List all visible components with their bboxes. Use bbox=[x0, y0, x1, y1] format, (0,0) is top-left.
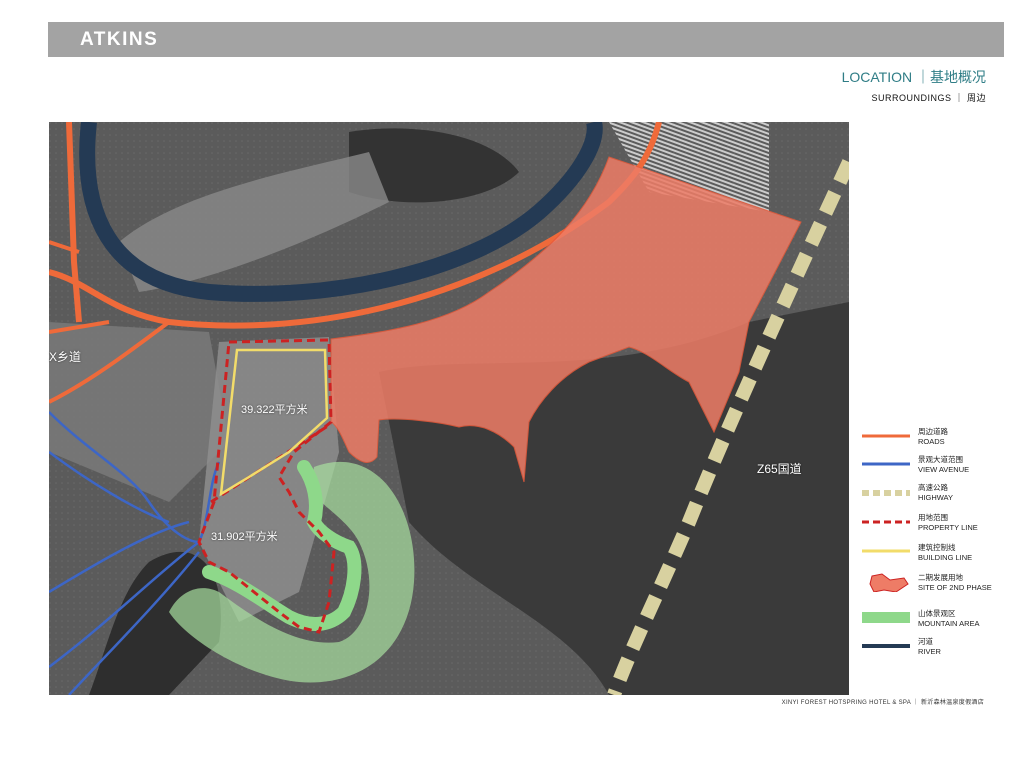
legend-label-en: HIGHWAY bbox=[918, 493, 953, 502]
legend-label-en: VIEW AVENUE bbox=[918, 465, 970, 474]
blue-line-icon bbox=[862, 462, 910, 466]
legend-label-cn: 景观大道范围 bbox=[918, 455, 963, 464]
legend-label-en: SITE OF 2ND PHASE bbox=[918, 583, 992, 592]
legend-label-en: MOUNTAIN AREA bbox=[918, 619, 980, 628]
atkins-logo: ATKINS bbox=[80, 29, 159, 50]
legend-label-cn: 高速公路 bbox=[918, 483, 948, 492]
label-village-road: X乡道 bbox=[49, 350, 82, 364]
label-area-1: 39.322平方米 bbox=[241, 404, 308, 416]
footer-caption: XINYI FOREST HOTSPRING HOTEL & SPA ｜ 新沂森… bbox=[781, 700, 984, 706]
site-map: X乡道 39.322平方米 31.902平方米 Z65国道 bbox=[48, 120, 856, 698]
navy-line-icon bbox=[862, 644, 910, 648]
legend-label-cn: 二期发展用地 bbox=[918, 573, 963, 582]
map-image bbox=[48, 120, 856, 698]
yellow-line-icon bbox=[862, 549, 910, 553]
legend-label-en: BUILDING LINE bbox=[918, 553, 973, 562]
legend-item-property-line: 用地范围 PROPERTY LINE bbox=[858, 512, 1008, 542]
legend-item-mountain-area: 山体景观区 MOUNTAIN AREA bbox=[858, 608, 1008, 638]
header-bar: ATKINS bbox=[48, 22, 1004, 57]
label-national-road: Z65国道 bbox=[757, 462, 802, 476]
legend-item-roads: 周边道路 ROADS bbox=[858, 426, 1008, 456]
legend-label-cn: 河道 bbox=[918, 637, 933, 646]
orange-line-icon bbox=[862, 434, 910, 438]
legend-label-en: RIVER bbox=[918, 647, 941, 656]
green-bar-icon bbox=[862, 612, 910, 623]
legend-item-building-line: 建筑控制线 BUILDING LINE bbox=[858, 542, 1008, 572]
label-area-2: 31.902平方米 bbox=[211, 531, 278, 543]
legend-item-river: 河道 RIVER bbox=[858, 636, 1008, 666]
legend-item-second-phase: 二期发展用地 SITE OF 2ND PHASE bbox=[858, 572, 1008, 602]
legend-label-en: ROADS bbox=[918, 437, 945, 446]
legend-label-cn: 山体景观区 bbox=[918, 609, 956, 618]
legend-item-highway: 高速公路 HIGHWAY bbox=[858, 482, 1008, 512]
dashed-red-line-icon bbox=[862, 520, 910, 524]
legend-item-view-avenue: 景观大道范围 VIEW AVENUE bbox=[858, 454, 1008, 484]
red-polygon-icon bbox=[869, 573, 909, 592]
legend-label-cn: 周边道路 bbox=[918, 427, 948, 436]
dashed-khaki-line-icon bbox=[862, 490, 910, 496]
legend-label-en: PROPERTY LINE bbox=[918, 523, 978, 532]
page-subtitle: SURROUNDINGS ｜ 周边 bbox=[871, 93, 986, 103]
legend-label-cn: 用地范围 bbox=[918, 513, 948, 522]
legend-label-cn: 建筑控制线 bbox=[918, 543, 956, 552]
page-title: LOCATION ｜基地概况 bbox=[841, 69, 986, 85]
